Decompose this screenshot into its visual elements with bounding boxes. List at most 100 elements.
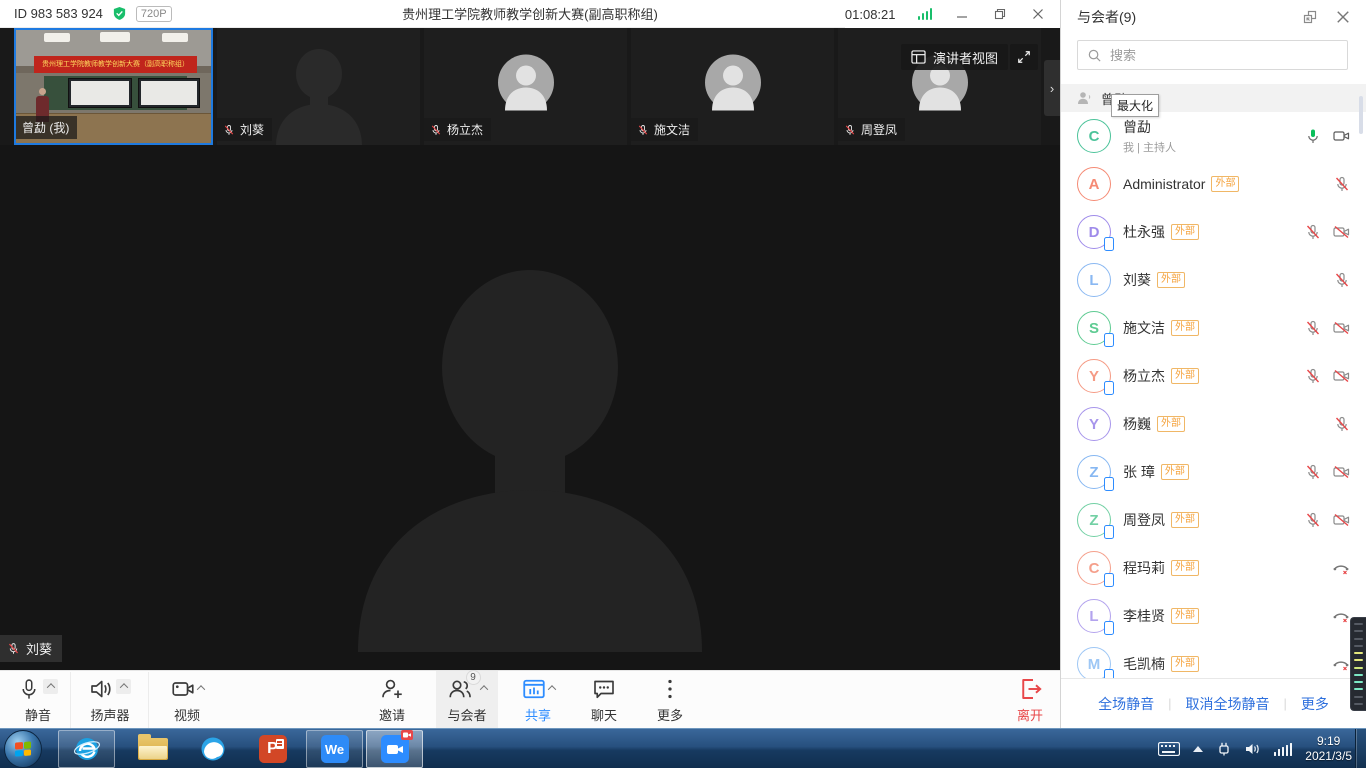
strip-next-arrow[interactable]: › — [1044, 60, 1060, 116]
volume-tray-icon[interactable] — [1245, 742, 1261, 756]
meeting-toolbar: 静音 扬声器 视频 邀请 9 — [0, 670, 1060, 728]
participant-status-icons — [1305, 464, 1350, 480]
participant-name: 周登凤 — [1123, 510, 1165, 530]
participant-name: 程玛莉 — [1123, 558, 1165, 578]
speaker-options-chevron[interactable] — [116, 679, 131, 694]
show-hidden-icons[interactable] — [1193, 746, 1203, 752]
participant-row[interactable]: M毛凯楠外部 — [1061, 640, 1366, 678]
mic-muted-icon — [1334, 176, 1350, 192]
tray-date: 2021/3/5 — [1305, 749, 1352, 764]
video-tile[interactable]: 刘葵 — [217, 28, 420, 145]
camera-muted-icon — [1333, 512, 1350, 528]
search-input[interactable] — [1110, 48, 1338, 63]
taskbar-meeting-app[interactable] — [366, 730, 423, 768]
share-screen-button[interactable]: 共享 — [508, 671, 568, 729]
participant-status-icons — [1305, 512, 1350, 528]
camera-icon — [171, 677, 195, 701]
panel-footer: 全场静音 | 取消全场静音 | 更多 — [1061, 678, 1366, 728]
participant-name: 杜永强 — [1123, 222, 1165, 242]
participant-avatar: D — [1077, 215, 1111, 249]
participant-row[interactable]: L李桂贤外部 — [1061, 592, 1366, 640]
participant-row[interactable]: Z张 璋外部 — [1061, 448, 1366, 496]
show-desktop-button[interactable] — [1355, 729, 1366, 768]
mic-muted-icon — [1305, 512, 1321, 528]
external-badge: 外部 — [1171, 608, 1199, 624]
mute-button[interactable]: 静音 — [6, 671, 70, 729]
participant-row[interactable]: AAdministrator外部 — [1061, 160, 1366, 208]
phone-device-icon — [1104, 621, 1114, 635]
panel-scrollbar[interactable] — [1359, 96, 1363, 134]
participant-row[interactable]: D 杜永强外部 — [1061, 208, 1366, 256]
taskbar-clock[interactable]: 9:19 2021/3/5 — [1305, 734, 1352, 764]
start-button[interactable] — [4, 730, 42, 768]
speaker-view-button[interactable]: 演讲者视图 — [901, 44, 1008, 70]
tray-time: 9:19 — [1305, 734, 1352, 749]
chat-button[interactable]: 聊天 — [576, 671, 632, 729]
mic-on-icon — [1305, 128, 1321, 144]
minimize-button[interactable] — [954, 6, 970, 22]
invite-label: 邀请 — [379, 705, 405, 724]
participant-row[interactable]: Z周登凤外部 — [1061, 496, 1366, 544]
mic-options-chevron[interactable] — [43, 679, 58, 694]
taskbar-internet-explorer[interactable] — [58, 730, 115, 768]
camera-muted-icon — [1333, 224, 1350, 240]
external-badge: 外部 — [1157, 272, 1185, 288]
fullscreen-button[interactable] — [1010, 44, 1038, 70]
participant-search-box[interactable] — [1077, 40, 1348, 70]
external-badge: 外部 — [1171, 224, 1199, 240]
participant-row[interactable]: S施文洁外部 — [1061, 304, 1366, 352]
video-tile[interactable]: 施文洁 — [631, 28, 834, 145]
person-icon — [1077, 91, 1093, 105]
keyboard-tray-icon[interactable] — [1158, 742, 1180, 756]
video-options-chevron[interactable] — [196, 685, 204, 693]
participant-name: 杨巍 — [1123, 414, 1151, 434]
participants-options-chevron[interactable] — [479, 685, 487, 693]
participant-row[interactable]: C曾勐我 | 主持人 — [1061, 112, 1366, 160]
share-screen-icon — [522, 677, 546, 701]
video-button[interactable]: 视频 — [152, 671, 222, 729]
title-bar: ID 983 583 924 720P 贵州理工学院教师教学创新大赛(副高职称组… — [0, 0, 1060, 28]
participant-row[interactable]: L刘葵外部 — [1061, 256, 1366, 304]
taskbar-qq-browser[interactable] — [184, 730, 241, 768]
popout-panel-icon[interactable] — [1302, 9, 1318, 25]
participant-status-icons — [1332, 656, 1350, 672]
power-plug-icon[interactable] — [1216, 741, 1232, 757]
classroom-banner: 贵州理工学院教师教学创新大赛（副高职称组） — [34, 56, 197, 73]
external-badge: 外部 — [1171, 320, 1199, 336]
quality-badge[interactable]: 720P — [136, 6, 172, 22]
taskbar-powerpoint[interactable]: P — [244, 730, 301, 768]
participant-row[interactable]: Y杨立杰外部 — [1061, 352, 1366, 400]
network-tray-icon[interactable] — [1274, 743, 1293, 756]
main-video-stage[interactable]: 刘葵 — [0, 145, 1060, 670]
speaker-button[interactable]: 扬声器 — [74, 671, 146, 729]
maximize-button[interactable] — [992, 6, 1008, 22]
share-label: 共享 — [525, 705, 551, 724]
unmute-all-button[interactable]: 取消全场静音 — [1186, 694, 1270, 714]
participant-name: 刘葵 — [1123, 270, 1151, 290]
taskbar-file-explorer[interactable] — [124, 730, 181, 768]
leave-meeting-button[interactable]: 离开 — [1002, 671, 1058, 729]
participant-status-icons — [1305, 320, 1350, 336]
mic-muted-icon — [1305, 224, 1321, 240]
participant-row[interactable]: Y杨巍外部 — [1061, 400, 1366, 448]
video-tile-self[interactable]: 贵州理工学院教师教学创新大赛（副高职称组） 曾勐 (我) — [14, 28, 213, 145]
participants-button[interactable]: 9 与会者 — [436, 671, 498, 729]
panel-more-button[interactable]: 更多 — [1301, 694, 1329, 714]
taskbar-wechat-work[interactable]: We — [306, 730, 363, 768]
close-panel-icon[interactable] — [1336, 10, 1350, 24]
hovered-participant-row[interactable]: 曾勐 — [1061, 84, 1366, 112]
invite-button[interactable]: 邀请 — [362, 671, 422, 729]
participant-row[interactable]: C程玛莉外部 — [1061, 544, 1366, 592]
video-tile[interactable]: 杨立杰 — [424, 28, 627, 145]
more-button[interactable]: 更多 — [644, 671, 696, 729]
external-badge: 外部 — [1171, 560, 1199, 576]
volume-meter-widget[interactable] — [1350, 617, 1366, 711]
video-label: 视频 — [174, 705, 200, 724]
share-options-chevron[interactable] — [547, 685, 555, 693]
avatar-placeholder — [705, 54, 761, 110]
mic-muted-icon — [637, 124, 649, 136]
close-button[interactable] — [1030, 6, 1046, 22]
mute-all-button[interactable]: 全场静音 — [1098, 694, 1154, 714]
participants-label: 与会者 — [447, 705, 486, 724]
participant-status-icons — [1334, 416, 1350, 432]
